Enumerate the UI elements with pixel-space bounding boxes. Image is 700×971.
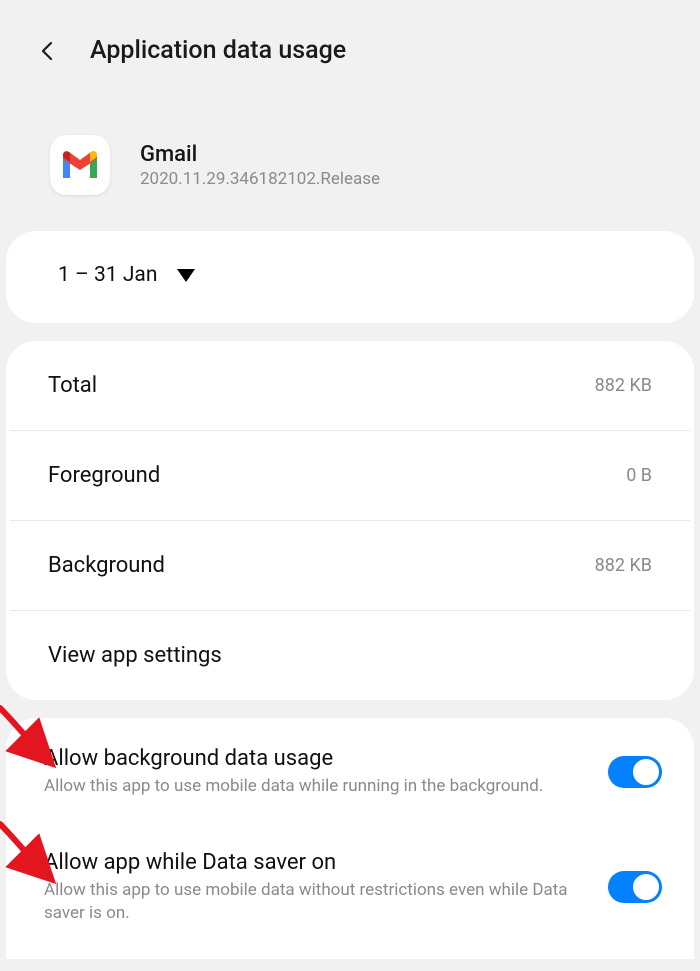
- allow-data-saver-toggle-row[interactable]: Allow app while Data saver on Allow this…: [6, 822, 694, 949]
- allow-background-text: Allow background data usage Allow this a…: [44, 746, 588, 798]
- allow-data-saver-text: Allow app while Data saver on Allow this…: [44, 850, 588, 925]
- usage-card: Total 882 KB Foreground 0 B Background 8…: [6, 341, 694, 700]
- date-range-card: 1 – 31 Jan: [6, 231, 694, 323]
- allow-background-desc: Allow this app to use mobile data while …: [44, 775, 588, 798]
- app-version: 2020.11.29.346182102.Release: [140, 169, 380, 189]
- usage-total-value: 882 KB: [595, 375, 652, 396]
- allow-data-saver-desc: Allow this app to use mobile data withou…: [44, 879, 588, 925]
- allow-data-saver-title: Allow app while Data saver on: [44, 850, 588, 875]
- permissions-card: Allow background data usage Allow this a…: [6, 718, 694, 959]
- usage-background-label: Background: [48, 553, 165, 578]
- switch-knob: [632, 873, 660, 901]
- back-button[interactable]: [36, 39, 60, 63]
- usage-foreground-label: Foreground: [48, 463, 160, 488]
- chevron-left-icon: [38, 41, 58, 61]
- page-header: Application data usage: [0, 0, 700, 85]
- app-info-row: Gmail 2020.11.29.346182102.Release: [0, 85, 700, 225]
- date-range-picker[interactable]: 1 – 31 Jan: [58, 263, 642, 287]
- page-title: Application data usage: [90, 36, 346, 65]
- view-app-settings-row[interactable]: View app settings: [10, 611, 690, 700]
- allow-background-switch[interactable]: [608, 756, 662, 788]
- app-name: Gmail: [140, 142, 380, 167]
- allow-background-title: Allow background data usage: [44, 746, 588, 771]
- gmail-icon: [61, 150, 99, 180]
- usage-total-row: Total 882 KB: [10, 341, 690, 431]
- usage-foreground-row: Foreground 0 B: [10, 431, 690, 521]
- app-meta: Gmail 2020.11.29.346182102.Release: [140, 142, 380, 189]
- usage-total-label: Total: [48, 373, 97, 398]
- allow-data-saver-switch[interactable]: [608, 871, 662, 903]
- allow-background-toggle-row[interactable]: Allow background data usage Allow this a…: [6, 718, 694, 822]
- chevron-down-icon: [177, 269, 195, 282]
- usage-background-value: 882 KB: [595, 555, 652, 576]
- usage-background-row: Background 882 KB: [10, 521, 690, 611]
- app-icon: [50, 135, 110, 195]
- switch-knob: [632, 758, 660, 786]
- view-app-settings-label: View app settings: [48, 643, 222, 668]
- usage-foreground-value: 0 B: [626, 465, 652, 486]
- date-range-label: 1 – 31 Jan: [58, 263, 157, 287]
